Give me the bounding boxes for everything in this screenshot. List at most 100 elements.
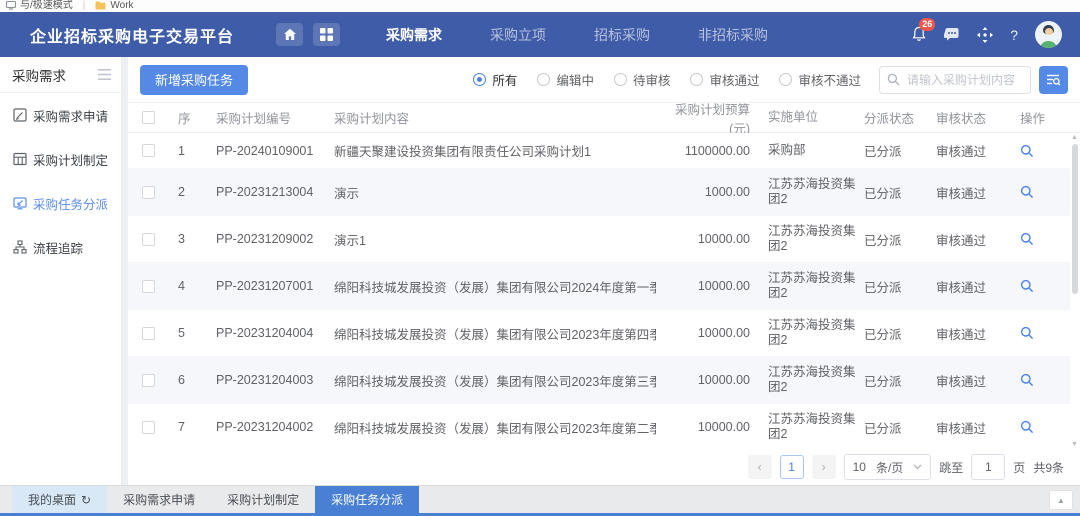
row-seq: 1 xyxy=(178,144,216,158)
status-filter-group: 所有 编辑中 待审核 审核通过 审核不通过 xyxy=(473,70,861,89)
advanced-search-icon xyxy=(1046,73,1061,87)
radio-icon xyxy=(537,73,550,86)
total-count-label: 共9条 xyxy=(1033,459,1064,476)
search-input[interactable] xyxy=(879,66,1031,94)
sidebar-item-label: 采购计划制定 xyxy=(33,150,108,169)
scroll-down-arrow[interactable]: ▼ xyxy=(1070,441,1079,449)
chevron-down-icon xyxy=(913,464,922,470)
nav-item-bidding-procurement[interactable]: 招标采购 xyxy=(594,25,650,45)
browser-mode-label: 与/极速模式 xyxy=(20,0,73,11)
home-icon xyxy=(283,28,297,41)
row-checkbox[interactable] xyxy=(142,280,155,293)
tab-demand-apply[interactable]: 采购需求申请 xyxy=(107,486,211,513)
table-row: 3 PP-20231209002 演示1 10000.00 江苏苏海投资集团2 … xyxy=(128,216,1070,263)
row-audit-status: 审核通过 xyxy=(936,418,1020,437)
refresh-icon[interactable]: ↻ xyxy=(81,494,91,506)
apps-grid-button[interactable] xyxy=(313,23,340,46)
radio-icon xyxy=(779,73,792,86)
view-detail-button[interactable] xyxy=(1020,144,1034,158)
magnifier-icon xyxy=(1020,326,1034,340)
view-detail-button[interactable] xyxy=(1020,420,1034,434)
notifications-button[interactable]: 26 xyxy=(911,26,927,43)
table-row: 1 PP-20240109001 新疆天聚建设投资集团有限责任公司采购计划1 1… xyxy=(128,133,1070,169)
row-budget: 1000.00 xyxy=(656,185,768,199)
row-plan-content: 演示 xyxy=(334,183,656,202)
add-task-button[interactable]: 新增采购任务 xyxy=(140,65,248,95)
sidebar-item-process-trace[interactable]: 流程追踪 xyxy=(0,225,121,269)
current-page-button[interactable]: 1 xyxy=(780,455,804,479)
row-dispatch-status: 已分派 xyxy=(864,324,936,343)
sidebar-item-plan-make[interactable]: 采购计划制定 xyxy=(0,137,121,181)
tab-plan-make[interactable]: 采购计划制定 xyxy=(211,486,315,513)
advanced-search-button[interactable] xyxy=(1039,66,1068,94)
row-dispatch-status: 已分派 xyxy=(864,277,936,296)
row-checkbox[interactable] xyxy=(142,421,155,434)
bookmarks-folder-item[interactable]: Work xyxy=(95,0,133,11)
help-button[interactable]: ? xyxy=(1010,27,1018,43)
collapse-menu-icon[interactable] xyxy=(98,69,111,80)
tab-my-desktop[interactable]: 我的桌面 ↻ xyxy=(12,486,107,513)
table-row: 4 PP-20231207001 绵阳科技城发展投资（发展）集团有限公司2024… xyxy=(128,263,1070,310)
row-dispatch-status: 已分派 xyxy=(864,371,936,390)
filter-all[interactable]: 所有 xyxy=(473,70,517,89)
app-window: 与/极速模式 | Work 企业招标采购电子交易平台 采购需求 采购立项 招标采… xyxy=(0,0,1080,516)
main-layout: 采购需求 采购需求申请 采购计划制定 采购任务分派 流程追踪 xyxy=(0,57,1080,485)
app-title: 企业招标采购电子交易平台 xyxy=(30,23,234,47)
next-page-button[interactable]: › xyxy=(812,455,836,479)
row-plan-code: PP-20231204002 xyxy=(216,420,334,434)
prev-page-button[interactable]: ‹ xyxy=(748,455,772,479)
tabbar-collapse-button[interactable]: ▲ xyxy=(1049,490,1073,510)
table-row: 7 PP-20231204002 绵阳科技城发展投资（发展）集团有限公司2023… xyxy=(128,404,1070,449)
fullscreen-icon xyxy=(977,27,993,43)
view-detail-button[interactable] xyxy=(1020,373,1034,387)
table-header: 序 采购计划编号 采购计划内容 采购计划预算(元) 实施单位 分派状态 审核状态… xyxy=(128,103,1080,133)
row-audit-status: 审核通过 xyxy=(936,183,1020,202)
filter-approved[interactable]: 审核通过 xyxy=(690,70,759,89)
home-button[interactable] xyxy=(276,23,303,46)
view-detail-button[interactable] xyxy=(1020,326,1034,340)
row-seq: 7 xyxy=(178,420,216,434)
row-dispatch-status: 已分派 xyxy=(864,230,936,249)
row-plan-code: PP-20231204003 xyxy=(216,373,334,387)
view-detail-button[interactable] xyxy=(1020,279,1034,293)
row-implement-unit: 采购部 xyxy=(768,143,864,158)
scrollbar-thumb[interactable] xyxy=(1072,144,1078,294)
filter-editing[interactable]: 编辑中 xyxy=(537,70,594,89)
magnifier-icon xyxy=(1020,232,1034,246)
sidebar-item-demand-apply[interactable]: 采购需求申请 xyxy=(0,93,121,137)
nav-item-procurement-initiation[interactable]: 采购立项 xyxy=(490,25,546,45)
row-seq: 2 xyxy=(178,185,216,199)
user-avatar[interactable] xyxy=(1035,21,1062,48)
row-checkbox[interactable] xyxy=(142,374,155,387)
row-checkbox[interactable] xyxy=(142,186,155,199)
nav-item-non-bidding-procurement[interactable]: 非招标采购 xyxy=(698,25,768,45)
bookmarks-folder-label: Work xyxy=(110,0,133,11)
select-all-checkbox[interactable] xyxy=(142,111,155,124)
row-implement-unit: 江苏苏海投资集团2 xyxy=(768,271,864,301)
page-size-select[interactable]: 10 条/页 xyxy=(844,454,932,480)
row-seq: 5 xyxy=(178,326,216,340)
view-detail-button[interactable] xyxy=(1020,232,1034,246)
fullscreen-button[interactable] xyxy=(977,27,993,43)
row-plan-content: 绵阳科技城发展投资（发展）集团有限公司2024年度第一季度采购 xyxy=(334,277,656,296)
magnifier-icon xyxy=(1020,373,1034,387)
header-actions: 26 ? xyxy=(911,21,1062,48)
tab-label: 我的桌面 xyxy=(28,491,76,508)
filter-rejected[interactable]: 审核不通过 xyxy=(779,70,861,89)
filter-pending-review[interactable]: 待审核 xyxy=(614,70,671,89)
row-plan-content: 绵阳科技城发展投资（发展）集团有限公司2023年度第四季度采购 xyxy=(334,324,656,343)
view-detail-button[interactable] xyxy=(1020,185,1034,199)
row-checkbox[interactable] xyxy=(142,233,155,246)
tab-task-dispatch[interactable]: 采购任务分派 xyxy=(315,486,419,513)
sidebar-item-task-dispatch[interactable]: 采购任务分派 xyxy=(0,181,121,225)
jump-page-input[interactable] xyxy=(971,454,1005,480)
browser-mode-item[interactable]: 与/极速模式 xyxy=(6,0,73,11)
row-checkbox[interactable] xyxy=(142,144,155,157)
scroll-up-arrow[interactable]: ▲ xyxy=(1070,134,1079,142)
row-checkbox[interactable] xyxy=(142,327,155,340)
messages-button[interactable] xyxy=(944,27,960,42)
edit-square-icon xyxy=(13,108,27,122)
toolbar: 新增采购任务 所有 编辑中 待审核 审核通过 审核不通过 xyxy=(128,57,1080,103)
nav-item-procurement-demand[interactable]: 采购需求 xyxy=(386,25,442,45)
row-plan-content: 新疆天聚建设投资集团有限责任公司采购计划1 xyxy=(334,141,656,160)
